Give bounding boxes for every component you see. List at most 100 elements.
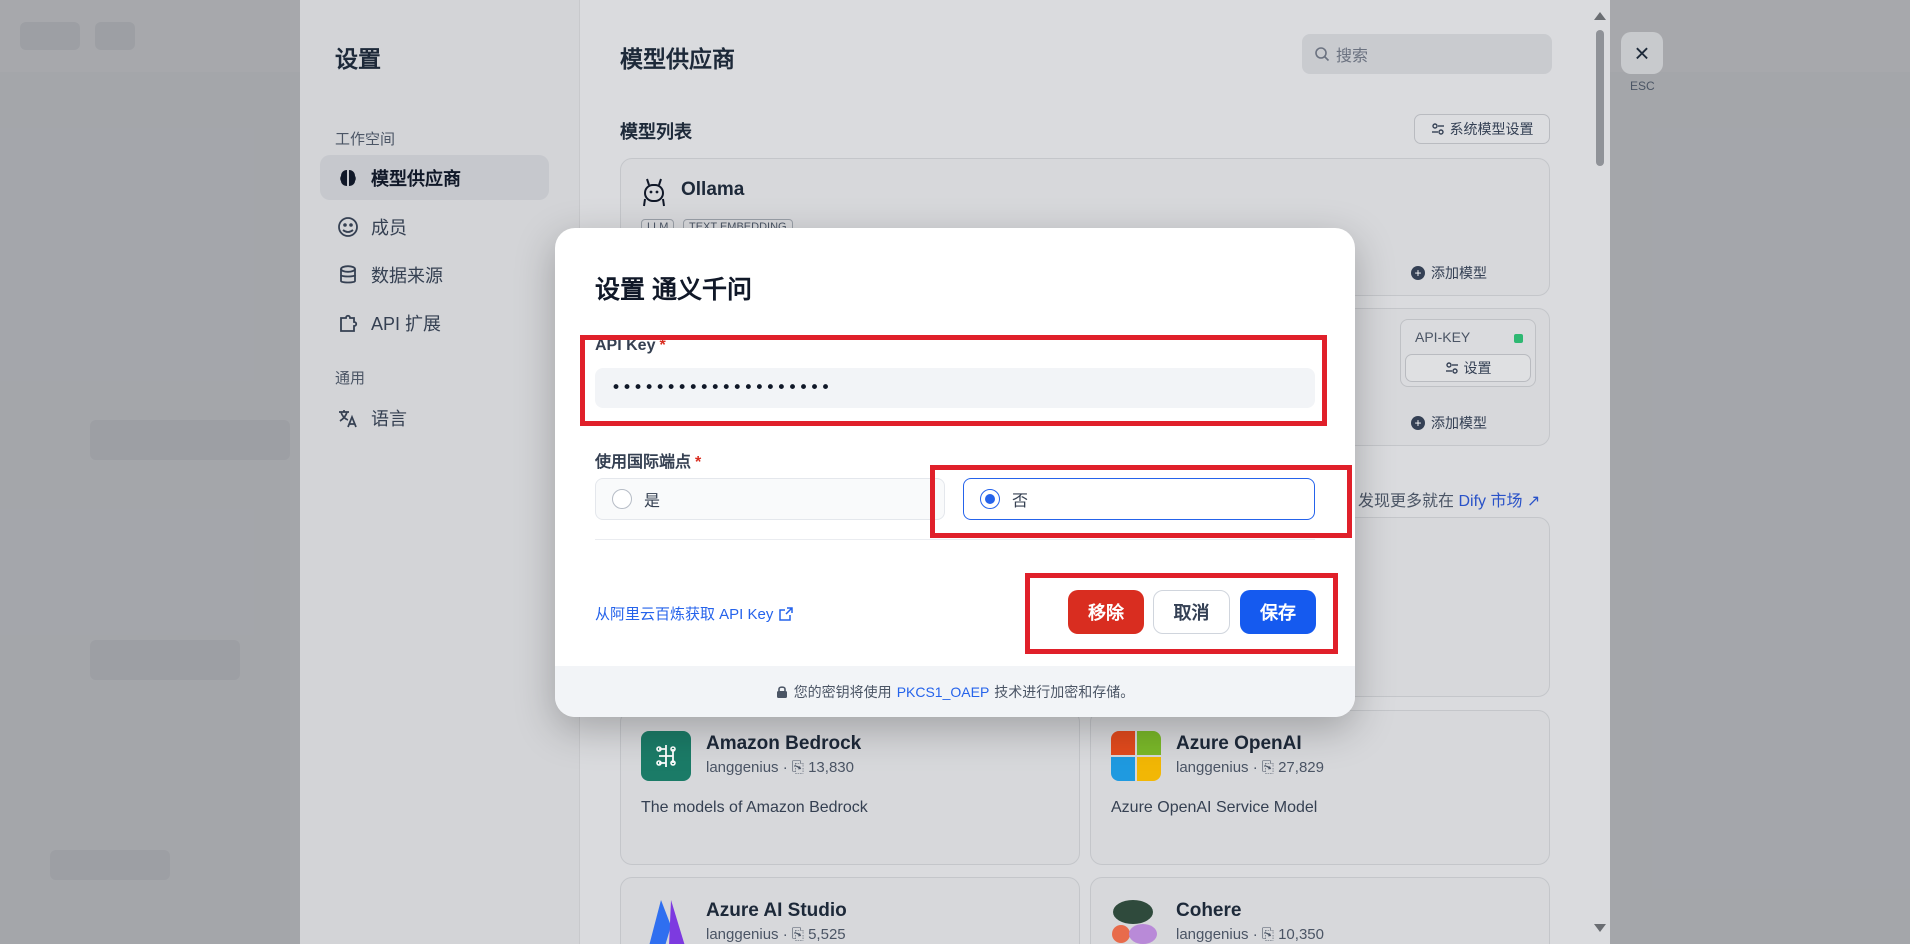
marketplace-link-label: Dify 市场 — [1458, 493, 1523, 510]
bedrock-logo-icon — [641, 731, 691, 781]
plugin-card-azure-openai[interactable]: Azure OpenAI langgenius · ⎘ 27,829 Azure… — [1090, 710, 1550, 865]
sidebar-item-data-source[interactable]: 数据来源 — [320, 252, 549, 297]
footer-suffix: 技术进行加密和存储。 — [994, 683, 1135, 700]
external-link-icon — [779, 606, 794, 621]
sidebar-item-members[interactable]: 成员 — [320, 204, 549, 249]
plugin-card-cohere[interactable]: Cohere langgenius · ⎘ 10,350 — [1090, 877, 1550, 944]
get-api-key-link[interactable]: 从阿里云百炼获取 API Key — [595, 603, 794, 624]
sidebar-item-model-provider[interactable]: 模型供应商 — [320, 155, 549, 200]
plugin-meta: langgenius · ⎘ 10,350 — [1176, 926, 1324, 943]
azure-logo-icon — [641, 898, 691, 944]
settings-sliders-icon — [1431, 122, 1445, 136]
search-input[interactable]: 搜索 — [1302, 34, 1552, 74]
plugin-name: Cohere — [1176, 900, 1242, 921]
microsoft-logo-icon — [1111, 731, 1161, 781]
lock-icon — [776, 685, 788, 699]
settings-sidebar: 设置 工作空间 模型供应商 成员 数据来源 API 扩展 通用 语言 — [300, 0, 580, 944]
endpoint-option-yes[interactable]: 是 — [595, 478, 945, 520]
settings-title: 设置 — [335, 46, 381, 72]
download-icon: ⎘ — [1261, 759, 1274, 776]
provider-name: Ollama — [681, 179, 745, 200]
plugin-meta: langgenius · ⎘ 13,830 — [706, 759, 854, 776]
sidebar-item-label: API 扩展 — [371, 313, 442, 334]
plugin-installs: 27,829 — [1278, 759, 1324, 776]
add-model-label: 添加模型 — [1431, 415, 1487, 431]
add-model-label: 添加模型 — [1431, 265, 1487, 281]
settings-sliders-icon — [1445, 361, 1459, 375]
endpoint-label-text: 使用国际端点 — [595, 454, 692, 471]
members-icon — [337, 216, 359, 238]
cohere-logo-icon — [1111, 898, 1161, 944]
search-placeholder: 搜索 — [1336, 48, 1369, 65]
option-yes-label: 是 — [644, 493, 661, 510]
annotation-box-endpoint-no — [930, 465, 1352, 538]
download-icon: ⎘ — [1261, 926, 1274, 943]
close-settings-button[interactable]: × — [1621, 32, 1663, 74]
sidebar-item-label: 数据来源 — [371, 265, 443, 286]
plugin-author: langgenius — [706, 926, 779, 943]
encryption-note: 您的密钥将使用 PKCS1_OAEP 技术进行加密和存储。 — [555, 666, 1355, 717]
plugin-name: Azure AI Studio — [706, 900, 847, 921]
status-indicator — [1514, 334, 1523, 343]
esc-hint: ESC — [1630, 79, 1655, 93]
plugin-installs: 10,350 — [1278, 926, 1324, 943]
system-model-settings-button[interactable]: 系统模型设置 — [1414, 114, 1550, 144]
plugin-meta: langgenius · ⎘ 27,829 — [1176, 759, 1324, 776]
radio-unchecked-icon — [612, 489, 632, 509]
puzzle-icon — [337, 312, 359, 334]
api-key-status-label: API-KEY — [1415, 329, 1471, 345]
group-label-workspace: 工作空间 — [335, 131, 396, 148]
plugin-card-amazon-bedrock[interactable]: Amazon Bedrock langgenius · ⎘ 13,830 The… — [620, 710, 1080, 865]
plugin-desc: The models of Amazon Bedrock — [641, 799, 868, 816]
plugin-name: Azure OpenAI — [1176, 733, 1302, 754]
add-model-button[interactable]: + 添加模型 — [1411, 263, 1487, 283]
sidebar-item-label: 模型供应商 — [371, 168, 461, 189]
plugin-author: langgenius — [1176, 759, 1249, 776]
marketplace-hint: 发现更多就在 Dify 市场 ↗ — [1358, 487, 1540, 511]
scroll-down-arrow-icon[interactable] — [1594, 924, 1606, 932]
llama-icon — [641, 177, 667, 212]
provider-setup-label: 设置 — [1463, 360, 1492, 376]
section-label-model-list: 模型列表 — [620, 122, 692, 142]
marketplace-link[interactable]: Dify 市场 ↗ — [1458, 493, 1540, 510]
required-mark: * — [695, 454, 702, 471]
marketplace-prefix: 发现更多就在 — [1358, 493, 1455, 510]
sidebar-item-language[interactable]: 语言 — [320, 395, 549, 440]
sidebar-item-label: 成员 — [371, 217, 407, 238]
plugin-meta: langgenius · ⎘ 5,525 — [706, 926, 846, 943]
brain-icon — [337, 167, 359, 189]
plugin-name: Amazon Bedrock — [706, 733, 862, 754]
get-api-key-label: 从阿里云百炼获取 API Key — [595, 606, 774, 623]
divider — [595, 539, 1315, 540]
footer-highlight[interactable]: PKCS1_OAEP — [897, 684, 990, 700]
search-icon — [1314, 46, 1330, 62]
endpoint-label: 使用国际端点 * — [595, 448, 701, 472]
plugin-card-azure-ai-studio[interactable]: Azure AI Studio langgenius · ⎘ 5,525 — [620, 877, 1080, 944]
database-icon — [337, 264, 359, 286]
plugin-author: langgenius — [1176, 926, 1249, 943]
download-icon: ⎘ — [791, 926, 804, 943]
plus-icon: + — [1411, 266, 1425, 280]
download-icon: ⎘ — [791, 759, 804, 776]
scrollbar-thumb[interactable] — [1596, 30, 1604, 166]
scroll-up-arrow-icon[interactable] — [1594, 12, 1606, 20]
provider-setup-button[interactable]: 设置 — [1405, 354, 1531, 382]
plugin-author: langgenius — [706, 759, 779, 776]
dialog-title: 设置 通义千问 — [595, 276, 752, 304]
translate-icon — [337, 407, 359, 429]
footer-prefix: 您的密钥将使用 — [793, 683, 892, 700]
provider-api-key-box: API-KEY 设置 — [1400, 319, 1536, 387]
scrollbar[interactable] — [1593, 12, 1607, 932]
annotation-box-action-buttons — [1025, 573, 1338, 654]
group-label-general: 通用 — [335, 370, 366, 387]
system-model-settings-label: 系统模型设置 — [1449, 121, 1534, 137]
annotation-box-api-key — [580, 335, 1327, 426]
close-icon: × — [1634, 37, 1650, 68]
plugin-installs: 13,830 — [808, 759, 854, 776]
sidebar-item-api-extension[interactable]: API 扩展 — [320, 300, 549, 345]
plus-icon: + — [1411, 416, 1425, 430]
add-model-button[interactable]: + 添加模型 — [1411, 413, 1487, 433]
sidebar-item-label: 语言 — [371, 408, 407, 429]
plugin-installs: 5,525 — [808, 926, 846, 943]
plugin-desc: Azure OpenAI Service Model — [1111, 799, 1318, 816]
